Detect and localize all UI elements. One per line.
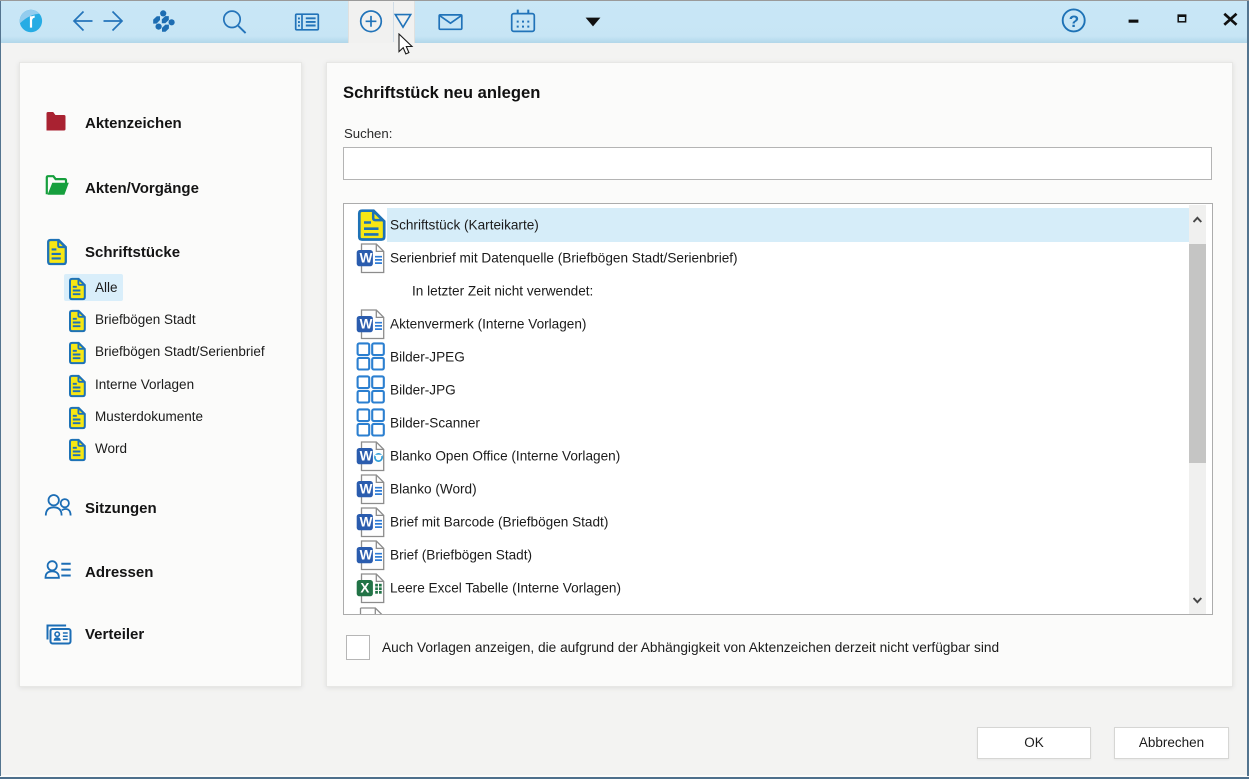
svg-text:W: W xyxy=(360,548,373,563)
svg-text:?: ? xyxy=(1069,12,1079,31)
svg-text:W: W xyxy=(360,482,373,497)
svg-text:W: W xyxy=(360,317,373,332)
svg-text:W: W xyxy=(360,515,373,530)
svg-text:X: X xyxy=(360,581,369,596)
svg-text:W: W xyxy=(360,449,373,464)
svg-text:W: W xyxy=(360,251,373,266)
